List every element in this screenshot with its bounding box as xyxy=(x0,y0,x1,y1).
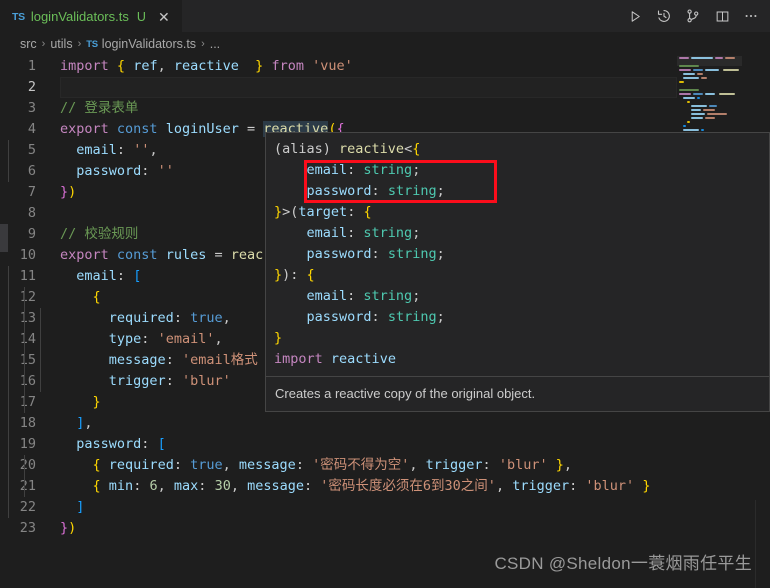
line-text: ] xyxy=(8,497,84,518)
code-line[interactable]: 18 ], xyxy=(0,413,770,434)
breadcrumb-item-file[interactable]: loginValidators.ts xyxy=(102,37,196,51)
hover-sig-line: email: string; xyxy=(306,162,421,178)
hover-sig-line: }>(target: { xyxy=(274,204,372,220)
code-line[interactable]: 22 ] xyxy=(0,497,770,518)
split-editor-icon[interactable] xyxy=(709,3,735,29)
hover-sig-line: } xyxy=(274,330,283,346)
code-line[interactable]: 19 password: [ xyxy=(0,434,770,455)
code-line[interactable]: 1 import { ref, reactive } from 'vue' xyxy=(0,56,770,77)
current-line-highlight xyxy=(60,77,677,98)
breadcrumb-separator-icon: › xyxy=(77,38,82,50)
line-number: 9 xyxy=(27,226,36,242)
more-actions-icon[interactable] xyxy=(738,3,764,29)
line-number: 1 xyxy=(27,58,36,74)
line-text: password: '' xyxy=(8,161,174,182)
line-text: // 登录表单 xyxy=(60,100,139,116)
line-number: 4 xyxy=(27,121,36,137)
breadcrumb-separator-icon: › xyxy=(41,38,46,50)
line-number: 23 xyxy=(19,520,36,536)
hover-sig-line: email: string; xyxy=(306,288,421,304)
breadcrumb: src › utils › TS loginValidators.ts › ..… xyxy=(0,32,770,56)
editor-tab-loginValidators[interactable]: TS loginValidators.ts U ✕ xyxy=(0,0,182,32)
code-line[interactable]: 3 // 登录表单 xyxy=(0,98,770,119)
line-text: trigger: 'blur' xyxy=(8,371,231,392)
line-text: message: 'email格式 xyxy=(8,350,258,371)
line-text: { xyxy=(8,287,101,308)
code-line-active[interactable]: 2 xyxy=(0,77,770,98)
line-text: { min: 6, max: 30, message: '密码长度必须在6到30… xyxy=(8,476,650,497)
line-number: 7 xyxy=(27,184,36,200)
editor-tab-bar: TS loginValidators.ts U ✕ xyxy=(0,0,770,32)
line-text: export const rules = reac xyxy=(60,247,264,263)
line-number: 3 xyxy=(27,100,36,116)
typescript-file-icon: TS xyxy=(12,10,25,23)
breadcrumb-item-src[interactable]: src xyxy=(20,37,37,51)
git-status-badge: U xyxy=(136,9,146,24)
hover-sig-line: (alias) reactive<{ xyxy=(274,141,421,157)
hover-documentation: Creates a reactive copy of the original … xyxy=(275,386,536,401)
line-text: type: 'email', xyxy=(8,329,223,350)
close-icon[interactable]: ✕ xyxy=(156,10,172,24)
editor-tab-label: loginValidators.ts xyxy=(30,9,129,24)
run-icon[interactable] xyxy=(622,3,648,29)
line-text: required: true, xyxy=(8,308,231,329)
line-text: email: '', xyxy=(8,140,158,161)
line-text: // 校验规则 xyxy=(60,226,139,242)
line-number: 8 xyxy=(27,205,36,221)
line-number: 10 xyxy=(19,247,36,263)
editor-actions-toolbar xyxy=(622,0,764,32)
line-text: }) xyxy=(60,184,77,200)
line-text: password: [ xyxy=(8,434,166,455)
line-number: 2 xyxy=(27,79,36,95)
code-line[interactable]: 23 }) xyxy=(0,518,770,539)
hover-sig-line: }): { xyxy=(274,267,315,283)
line-text: } xyxy=(8,392,101,413)
watermark-text: CSDN @Sheldon一蓑烟雨任平生 xyxy=(494,554,752,573)
hover-sig-line: password: string; xyxy=(306,183,445,199)
hover-sig-line: import reactive xyxy=(274,351,396,367)
line-text: }) xyxy=(60,520,77,536)
code-line[interactable]: 20 { required: true, message: '密码不得为空', … xyxy=(0,455,770,476)
hover-sig-line: password: string; xyxy=(306,309,445,325)
code-editor[interactable]: 1 import { ref, reactive } from 'vue' 2 … xyxy=(0,56,770,588)
hover-sig-line: email: string; xyxy=(306,225,421,241)
hover-signature: (alias) reactive<{ email: string; passwo… xyxy=(266,133,769,374)
breadcrumb-item-symbols[interactable]: ... xyxy=(210,37,220,51)
timeline-history-icon[interactable] xyxy=(651,3,677,29)
line-text: { required: true, message: '密码不得为空', tri… xyxy=(8,455,572,476)
editor-vertical-divider xyxy=(755,500,756,588)
line-text: ], xyxy=(8,413,93,434)
line-text: email: [ xyxy=(8,266,141,287)
hover-sig-line: password: string; xyxy=(306,246,445,262)
breadcrumb-item-utils[interactable]: utils xyxy=(50,37,72,51)
typescript-file-icon: TS xyxy=(86,38,98,50)
line-text: import { ref, reactive } from 'vue' xyxy=(60,58,353,74)
hover-tooltip: (alias) reactive<{ email: string; passwo… xyxy=(265,132,770,412)
source-control-icon[interactable] xyxy=(680,3,706,29)
breadcrumb-separator-icon: › xyxy=(201,38,205,50)
code-line[interactable]: 21 { min: 6, max: 30, message: '密码长度必须在6… xyxy=(0,476,770,497)
